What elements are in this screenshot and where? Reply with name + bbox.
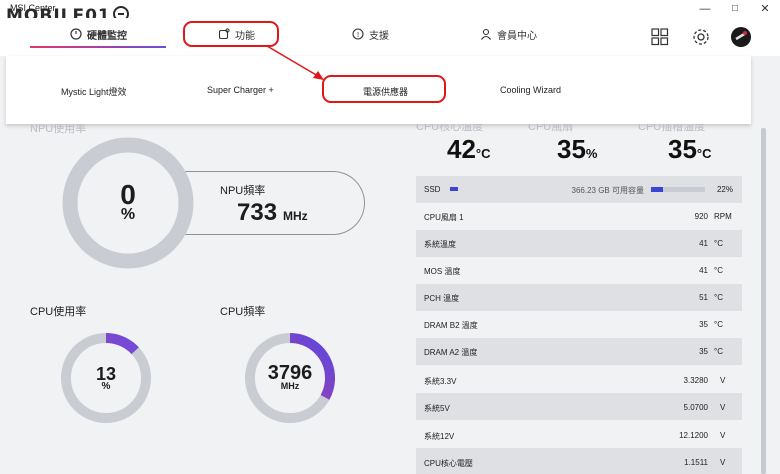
sensor-mos-temp-unit: °C bbox=[714, 266, 723, 275]
ssd-usage-bar bbox=[651, 187, 705, 192]
ssd-usage-fill bbox=[651, 187, 663, 192]
sensor-pch-temp-name: PCH 溫度 bbox=[424, 294, 460, 303]
sensor-dram-a2-value: 35 bbox=[699, 347, 708, 356]
sensor-5v-name: 系統5V bbox=[424, 404, 450, 413]
ssd-capacity: 366.23 GB 可用容量 bbox=[571, 186, 644, 195]
cpu-frequency-unit: MHz bbox=[280, 381, 300, 391]
right-panel-scrollbar[interactable] bbox=[761, 128, 766, 474]
sensor-dram-a2-unit: °C bbox=[714, 347, 723, 356]
sensor-5v-value: 5.0700 bbox=[683, 403, 708, 412]
sensor-3v3-name: 系統3.3V bbox=[424, 377, 457, 386]
cpu-core-temp: 42°C bbox=[447, 134, 491, 164]
cpu-usage-label: CPU使用率 bbox=[30, 306, 87, 318]
sensor-cpu-fan-1-value: 920 bbox=[694, 212, 708, 221]
npu-frequency-unit: MHz bbox=[283, 209, 308, 223]
sensor-12v-unit: V bbox=[720, 431, 726, 440]
sensor-mos-temp-name: MOS 溫度 bbox=[424, 267, 461, 276]
sensor-dram-a2-name: DRAM A2 溫度 bbox=[424, 348, 478, 357]
ssd-marker bbox=[450, 187, 458, 191]
ssd-label: SSD bbox=[424, 185, 441, 194]
cpu-fan-percent: 35% bbox=[557, 134, 598, 164]
sensor-pch-temp-unit: °C bbox=[714, 293, 723, 302]
cpu-usage-unit: % bbox=[101, 381, 111, 392]
sensor-5v-unit: V bbox=[720, 403, 726, 412]
sensor-cpu-vcore-unit: V bbox=[720, 458, 726, 467]
ssd-percent: 22% bbox=[716, 185, 733, 194]
sensor-cpu-vcore-name: CPU核心電壓 bbox=[424, 459, 473, 468]
sensor-dram-b2-value: 35 bbox=[699, 320, 708, 329]
sensor-system-temp-name: 系統溫度 bbox=[424, 240, 456, 249]
sensor-mos-temp-value: 41 bbox=[699, 266, 708, 275]
cpu-frequency-label: CPU頻率 bbox=[220, 306, 266, 318]
sensor-3v3-unit: V bbox=[720, 376, 726, 385]
sensor-12v-name: 系統12V bbox=[424, 432, 455, 441]
sensor-3v3-value: 3.3280 bbox=[683, 376, 708, 385]
sensor-cpu-fan-1-unit: RPM bbox=[714, 212, 732, 221]
cpu-socket-temp: 35°C bbox=[668, 134, 712, 164]
sensor-system-temp-unit: °C bbox=[714, 239, 723, 248]
sensor-dram-b2-unit: °C bbox=[714, 320, 723, 329]
sensor-12v-value: 12.1200 bbox=[679, 431, 708, 440]
sensor-dram-b2-name: DRAM B2 溫度 bbox=[424, 321, 478, 330]
npu-frequency-value: 733 bbox=[237, 199, 278, 226]
sensor-cpu-fan-1-name: CPU風扇 1 bbox=[424, 213, 464, 222]
sensor-pch-temp-value: 51 bbox=[699, 293, 708, 302]
npu-frequency-label: NPU頻率 bbox=[220, 185, 266, 197]
sensor-system-temp-value: 41 bbox=[699, 239, 708, 248]
sensor-cpu-vcore-value: 1.1511 bbox=[684, 458, 708, 467]
npu-usage-unit: % bbox=[120, 206, 136, 223]
